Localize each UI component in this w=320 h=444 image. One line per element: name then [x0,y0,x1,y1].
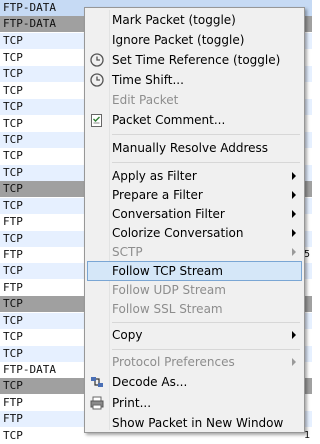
clock-icon [89,72,105,88]
menu-item-label: Colorize Conversation [112,226,244,240]
submenu-arrow-icon [292,229,296,237]
menu-item-label: Show Packet in New Window [112,416,284,430]
context-menu: Mark Packet (toggle) Ignore Packet (togg… [84,7,305,433]
menu-item-follow-udp-stream[interactable]: Follow UDP Stream [87,280,302,300]
protocol-cell: FTP-DATA [3,1,56,14]
submenu-arrow-icon [292,358,296,366]
menu-separator [112,134,300,135]
menu-item-prepare-a-filter[interactable]: Prepare a Filter [87,185,302,205]
protocol-cell: TCP [3,51,23,64]
menu-item-edit-packet[interactable]: Edit Packet [87,90,302,110]
submenu-arrow-icon [292,210,296,218]
menu-item-label: Decode As... [112,375,188,389]
protocol-cell: TCP [3,314,23,327]
menu-item-label: Copy [112,328,143,342]
menu-item-label: SCTP [112,245,143,259]
menu-item-colorize-conversation[interactable]: Colorize Conversation [87,223,302,243]
protocol-cell: TCP [3,117,23,130]
menu-item-protocol-preferences[interactable]: Protocol Preferences [87,352,302,372]
menu-item-copy[interactable]: Copy [87,325,302,345]
menu-item-label: Packet Comment... [112,113,226,127]
protocol-cell: FTP [3,215,23,228]
menu-item-label: Edit Packet [112,93,179,107]
menu-item-label: Conversation Filter [112,207,225,221]
printer-icon [89,395,105,411]
menu-separator [112,322,300,323]
comment-icon [89,112,105,128]
protocol-cell: TCP [3,182,23,195]
protocol-cell: TCP [3,100,23,113]
submenu-arrow-icon [292,191,296,199]
protocol-cell: TCP [3,133,23,146]
menu-item-mark-packet[interactable]: Mark Packet (toggle) [87,10,302,30]
protocol-cell: FTP-DATA [3,363,56,376]
menu-item-label: Follow TCP Stream [112,264,223,278]
menu-item-label: Follow SSL Stream [112,302,223,316]
menu-item-decode-as[interactable]: Decode As... [87,372,302,392]
decode-icon [89,374,105,390]
menu-item-label: Manually Resolve Address [112,141,269,155]
protocol-cell: TCP [3,297,23,310]
menu-item-packet-comment[interactable]: Packet Comment... [87,110,302,130]
protocol-cell: TCP [3,149,23,162]
protocol-cell: TCP [3,264,23,277]
menu-item-label: Set Time Reference (toggle) [112,53,281,67]
protocol-cell: TCP [3,379,23,392]
menu-item-manually-resolve-address[interactable]: Manually Resolve Address [87,138,302,158]
menu-item-ignore-packet[interactable]: Ignore Packet (toggle) [87,30,302,50]
menu-separator [112,349,300,350]
menu-item-label: Mark Packet (toggle) [112,13,236,27]
submenu-arrow-icon [292,172,296,180]
protocol-cell: TCP [3,347,23,360]
protocol-cell: TCP [3,166,23,179]
menu-item-label: Time Shift... [112,73,184,87]
protocol-cell: TCP [3,34,23,47]
protocol-cell: FTP-DATA [3,17,56,30]
menu-item-label: Prepare a Filter [112,188,203,202]
protocol-cell: TCP [3,199,23,212]
submenu-arrow-icon [292,248,296,256]
menu-item-label: Protocol Preferences [112,355,235,369]
menu-item-label: Print... [112,396,152,410]
menu-item-apply-as-filter[interactable]: Apply as Filter [87,166,302,186]
menu-separator [112,162,300,163]
menu-item-follow-ssl-stream[interactable]: Follow SSL Stream [87,299,302,319]
menu-item-conversation-filter[interactable]: Conversation Filter [87,204,302,224]
protocol-cell: TCP [3,330,23,343]
menu-item-follow-tcp-stream[interactable]: Follow TCP Stream [87,261,302,281]
protocol-cell: FTP [3,248,23,261]
menu-item-label: Apply as Filter [112,169,197,183]
protocol-cell: FTP [3,281,23,294]
menu-item-label: Follow UDP Stream [112,283,226,297]
menu-item-sctp[interactable]: SCTP [87,242,302,262]
menu-item-time-shift[interactable]: Time Shift... [87,70,302,90]
menu-item-label: Ignore Packet (toggle) [112,33,245,47]
menu-item-set-time-reference[interactable]: Set Time Reference (toggle) [87,50,302,70]
protocol-cell: FTP [3,412,23,425]
protocol-cell: TCP [3,232,23,245]
menu-item-show-packet-in-new-window[interactable]: Show Packet in New Window [87,413,302,433]
menu-item-print[interactable]: Print... [87,393,302,413]
protocol-cell: TCP [3,67,23,80]
protocol-cell: TCP [3,84,23,97]
protocol-cell: FTP [3,396,23,409]
submenu-arrow-icon [292,331,296,339]
clock-icon [89,52,105,68]
